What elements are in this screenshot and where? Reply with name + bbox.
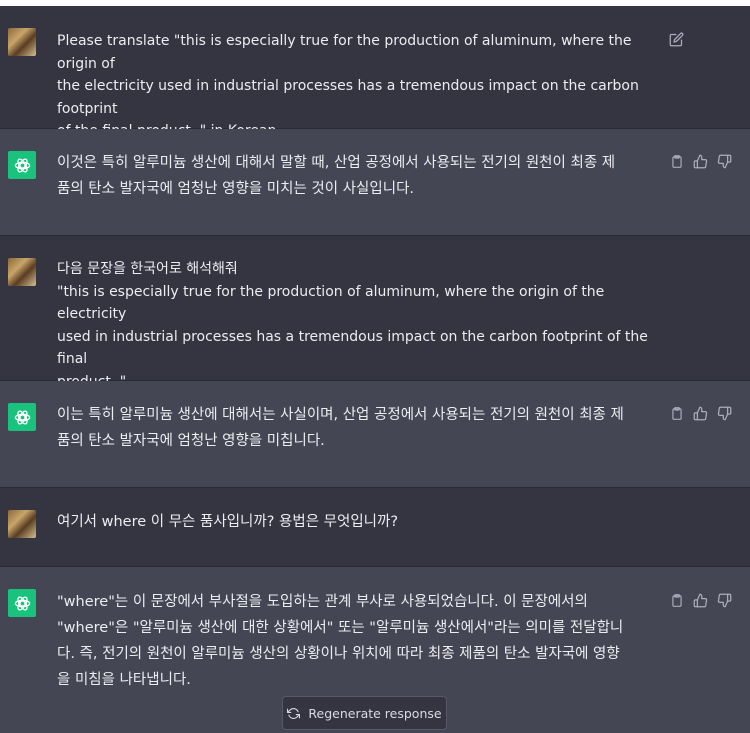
user-avatar xyxy=(8,28,36,56)
user-avatar xyxy=(8,258,36,286)
clipboard-icon[interactable] xyxy=(670,406,684,421)
regenerate-label: Regenerate response xyxy=(308,705,442,721)
user-avatar xyxy=(8,510,36,538)
edit-icon[interactable] xyxy=(669,32,684,47)
message-user: 여기서 where 이 무슨 품사입니까? 용법은 무엇입니까? xyxy=(0,488,750,567)
openai-logo-icon xyxy=(14,409,30,425)
message-user: 다음 문장을 한국어로 해석해줘 "this is especially tru… xyxy=(0,236,750,390)
thumbs-down-icon[interactable] xyxy=(717,154,732,169)
thumbs-up-icon[interactable] xyxy=(693,406,708,421)
clipboard-icon[interactable] xyxy=(670,593,684,608)
assistant-avatar xyxy=(8,403,36,431)
thumbs-up-icon[interactable] xyxy=(693,154,708,169)
message-assistant: 이것은 특히 알루미늄 생산에 대해서 말할 때, 산업 공정에서 사용되는 전… xyxy=(0,129,750,236)
assistant-avatar xyxy=(8,589,36,617)
openai-logo-icon xyxy=(14,157,30,173)
thumbs-down-icon[interactable] xyxy=(717,593,732,608)
regenerate-response-button[interactable]: Regenerate response xyxy=(282,696,447,730)
refresh-icon xyxy=(287,707,301,720)
thumbs-down-icon[interactable] xyxy=(717,406,732,421)
message-text: 여기서 where 이 무슨 품사입니까? 용법은 무엇입니까? xyxy=(57,514,399,530)
message-assistant: 이는 특히 알루미늄 생산에 대해서는 사실이며, 산업 공정에서 사용되는 전… xyxy=(0,381,750,488)
message-text: 이는 특히 알루미늄 생산에 대해서는 사실이며, 산업 공정에서 사용되는 전… xyxy=(57,407,624,449)
thumbs-up-icon[interactable] xyxy=(693,593,708,608)
assistant-avatar xyxy=(8,151,36,179)
message-text: "where"는 이 문장에서 부사절을 도입하는 관계 부사로 사용되었습니다… xyxy=(57,594,624,688)
message-text: 다음 문장을 한국어로 해석해줘 "this is especially tru… xyxy=(57,261,648,390)
clipboard-icon[interactable] xyxy=(670,154,684,169)
message-user: Please translate "this is especially tru… xyxy=(0,6,750,139)
openai-logo-icon xyxy=(14,595,30,611)
message-text: 이것은 특히 알루미늄 생산에 대해서 말할 때, 산업 공정에서 사용되는 전… xyxy=(57,155,616,197)
message-text: Please translate "this is especially tru… xyxy=(57,33,639,139)
